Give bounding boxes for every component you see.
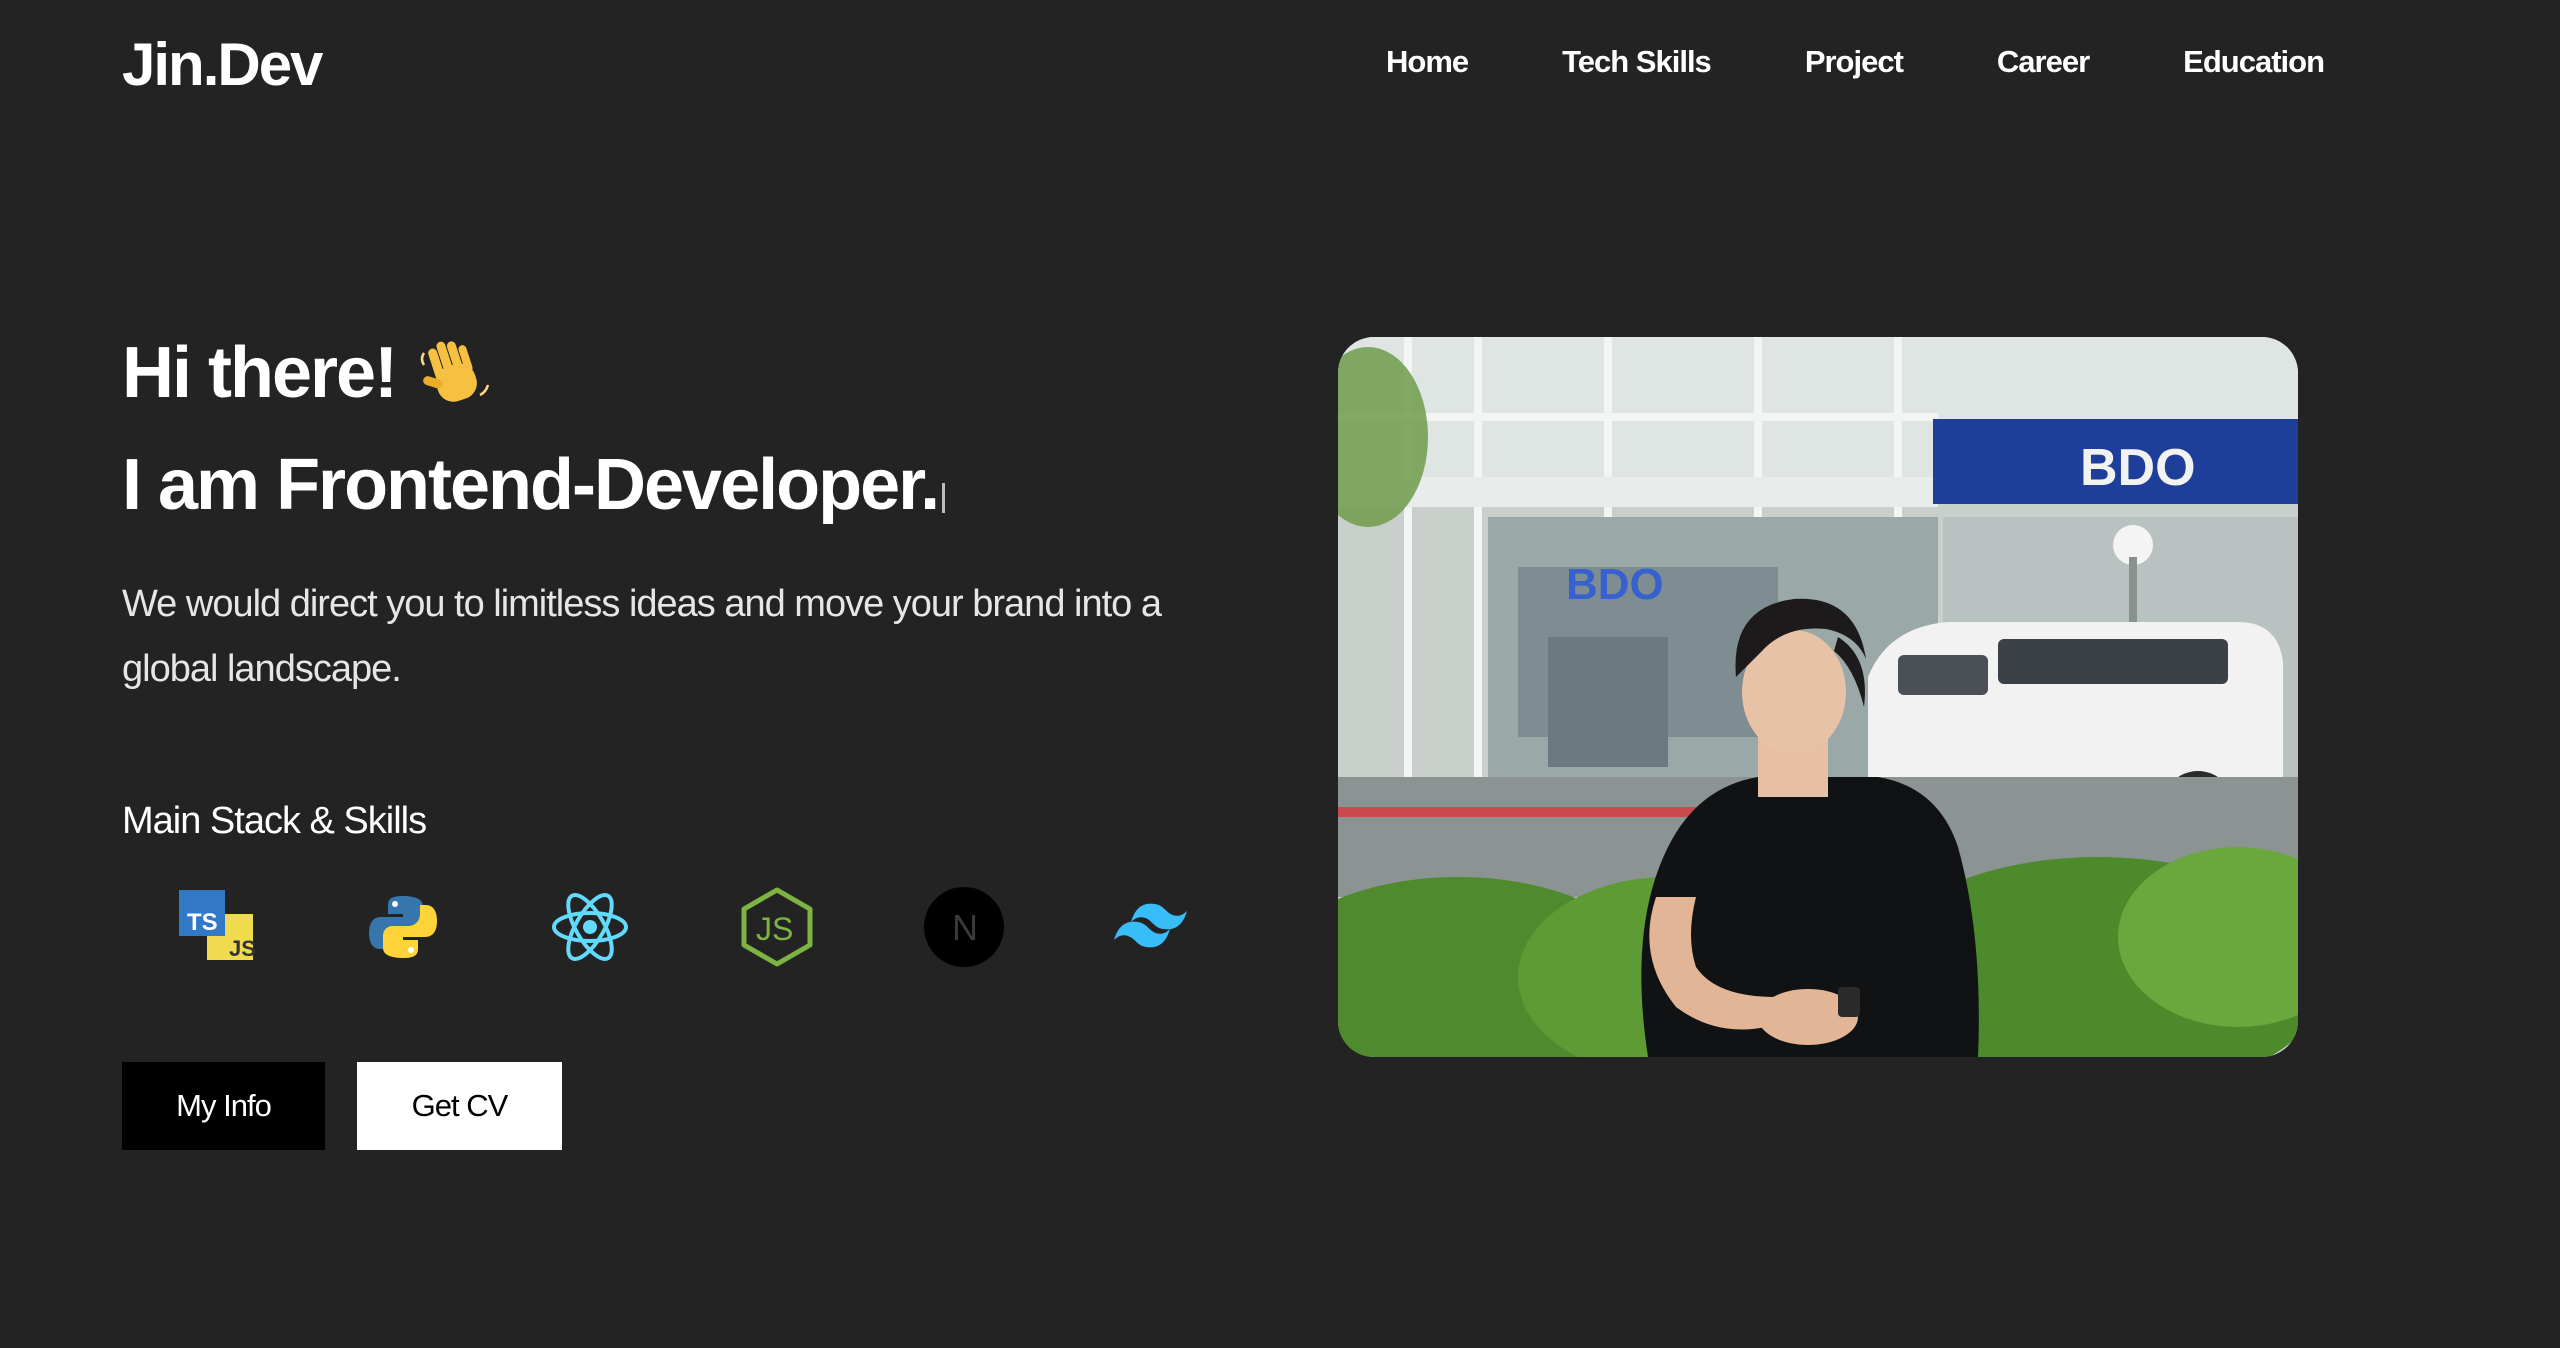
skill-react[interactable] (496, 882, 683, 972)
skill-nodejs[interactable]: JS (683, 882, 870, 972)
waving-hand-icon (416, 335, 492, 411)
svg-text:JS: JS (756, 911, 793, 947)
skills-row: JS TS JS N (122, 882, 1244, 972)
main-nav: Home Tech Skills Project Career Educatio… (1386, 44, 2325, 80)
hero-greeting: Hi there! (122, 332, 492, 414)
skill-tailwind[interactable] (1057, 882, 1244, 972)
tailwind-icon (1113, 903, 1187, 948)
typing-caret (942, 483, 946, 513)
nav-career[interactable]: Career (1997, 44, 2090, 80)
svg-text:JS: JS (229, 936, 256, 961)
role-text: I am Frontend-Developer. (122, 445, 940, 525)
hero-tagline: We would direct you to limitless ideas a… (122, 583, 1162, 690)
get-cv-button[interactable]: Get CV (357, 1062, 562, 1150)
nodejs-icon: JS (741, 887, 812, 967)
svg-text:BDO: BDO (2080, 439, 2196, 497)
nextjs-icon: N (923, 887, 1004, 967)
python-icon (368, 896, 437, 958)
hero-role: I am Frontend-Developer. (122, 444, 946, 526)
skill-python[interactable] (309, 882, 496, 972)
skill-nextjs[interactable]: N (870, 882, 1057, 972)
svg-text:TS: TS (187, 909, 218, 936)
greeting-text: Hi there! (122, 333, 398, 413)
portfolio-page: Jin.Dev Home Tech Skills Project Career … (0, 0, 2560, 1348)
site-logo[interactable]: Jin.Dev (122, 30, 323, 99)
nav-education[interactable]: Education (2183, 44, 2325, 80)
nav-home[interactable]: Home (1386, 44, 1469, 80)
svg-text:BDO: BDO (1566, 560, 1664, 609)
svg-text:N: N (952, 907, 978, 948)
my-info-button[interactable]: My Info (122, 1062, 325, 1150)
nav-project[interactable]: Project (1805, 44, 1904, 80)
nav-tech-skills[interactable]: Tech Skills (1562, 44, 1712, 80)
stack-title: Main Stack & Skills (122, 800, 427, 842)
react-icon (551, 893, 628, 961)
skill-typescript-javascript[interactable]: JS TS (122, 882, 309, 972)
profile-photo: BDO BDO (1338, 337, 2298, 1057)
typescript-javascript-icon: JS TS (178, 890, 256, 961)
